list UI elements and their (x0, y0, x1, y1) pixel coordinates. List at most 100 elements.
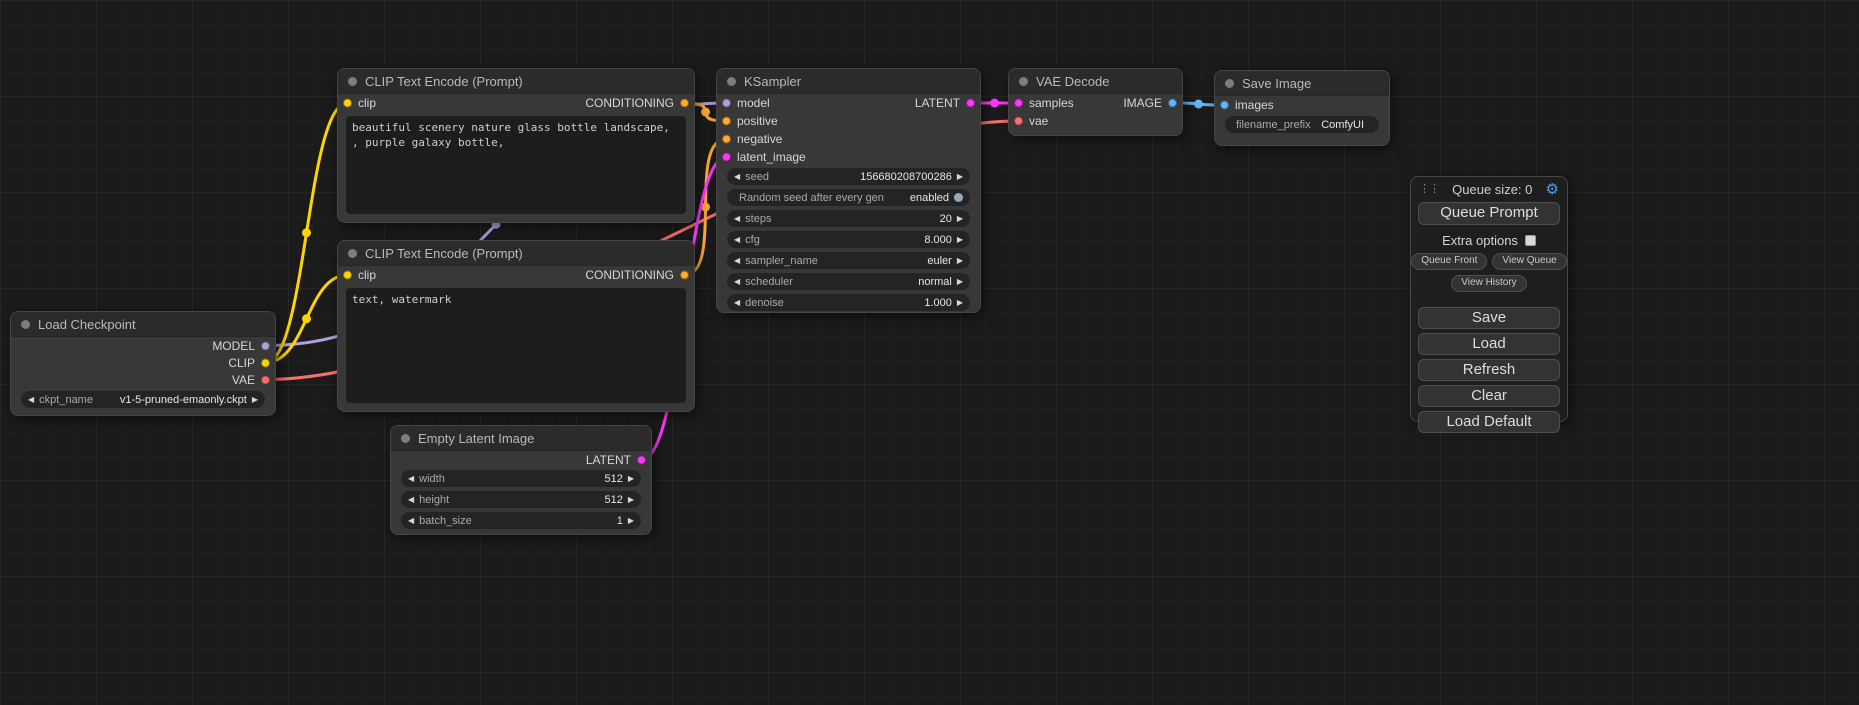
node-title-bar[interactable]: VAE Decode (1009, 69, 1182, 94)
widget-value: 1 (617, 515, 623, 527)
prompt-textarea[interactable]: beautiful scenery nature glass bottle la… (346, 116, 686, 214)
decrement-icon[interactable]: ◀ (734, 236, 740, 244)
increment-icon[interactable]: ▶ (252, 396, 258, 404)
decrement-icon[interactable]: ◀ (408, 517, 414, 525)
steps-widget[interactable]: ◀ steps 20 ▶ (727, 210, 970, 227)
batch-size-widget[interactable]: ◀ batch_size 1 ▶ (401, 512, 641, 529)
increment-icon[interactable]: ▶ (628, 475, 634, 483)
increment-icon[interactable]: ▶ (628, 517, 634, 525)
output-label-model: MODEL (212, 339, 255, 353)
collapse-dot-icon[interactable] (21, 320, 30, 329)
increment-icon[interactable]: ▶ (957, 236, 963, 244)
decrement-icon[interactable]: ◀ (408, 496, 414, 504)
increment-icon[interactable]: ▶ (628, 496, 634, 504)
ckpt-name-widget[interactable]: ◀ ckpt_name v1-5-pruned-emaonly.ckpt ▶ (21, 391, 265, 408)
filename-prefix-widget[interactable]: filename_prefix ComfyUI (1225, 116, 1379, 133)
vae-input-dot[interactable] (1014, 117, 1023, 126)
node-title-bar[interactable]: Save Image (1215, 71, 1389, 96)
decrement-icon[interactable]: ◀ (408, 475, 414, 483)
decrement-icon[interactable]: ◀ (734, 215, 740, 223)
node-title-bar[interactable]: Load Checkpoint (11, 312, 275, 337)
images-input-dot[interactable] (1220, 101, 1229, 110)
view-history-button[interactable]: View History (1451, 275, 1526, 292)
node-title: Load Checkpoint (38, 317, 136, 332)
save-button[interactable]: Save (1418, 307, 1560, 329)
positive-input-dot[interactable] (722, 117, 731, 126)
queue-front-button[interactable]: Queue Front (1411, 253, 1487, 270)
latent-output-dot[interactable] (966, 99, 975, 108)
samples-input-dot[interactable] (1014, 99, 1023, 108)
view-queue-button[interactable]: View Queue (1492, 253, 1566, 270)
conditioning-output-dot[interactable] (680, 99, 689, 108)
latent-output-dot[interactable] (637, 455, 646, 464)
scheduler-widget[interactable]: ◀ scheduler normal ▶ (727, 273, 970, 290)
conditioning-output-dot[interactable] (680, 271, 689, 280)
seed-widget[interactable]: ◀ seed 156680208700286 ▶ (727, 168, 970, 185)
increment-icon[interactable]: ▶ (957, 173, 963, 181)
widget-label: cfg (745, 234, 760, 246)
input-label-clip: clip (358, 96, 376, 110)
increment-icon[interactable]: ▶ (957, 299, 963, 307)
clip-input-dot[interactable] (343, 99, 352, 108)
decrement-icon[interactable]: ◀ (28, 396, 34, 404)
node-vae-decode[interactable]: VAE Decode samples IMAGE vae (1008, 68, 1183, 136)
vae-output-dot[interactable] (261, 375, 270, 384)
decrement-icon[interactable]: ◀ (734, 257, 740, 265)
node-title-bar[interactable]: Empty Latent Image (391, 426, 651, 451)
output-slot-row: VAE (11, 371, 275, 388)
collapse-dot-icon[interactable] (401, 434, 410, 443)
cfg-widget[interactable]: ◀ cfg 8.000 ▶ (727, 231, 970, 248)
node-title-bar[interactable]: CLIP Text Encode (Prompt) (338, 241, 694, 266)
output-slot-row: MODEL (11, 337, 275, 354)
model-output-dot[interactable] (261, 341, 270, 350)
widget-value: ComfyUI (1321, 119, 1372, 131)
model-input-dot[interactable] (722, 99, 731, 108)
node-save-image[interactable]: Save Image images filename_prefix ComfyU… (1214, 70, 1390, 146)
extra-options-label: Extra options (1442, 233, 1518, 248)
increment-icon[interactable]: ▶ (957, 215, 963, 223)
collapse-dot-icon[interactable] (1225, 79, 1234, 88)
node-title-bar[interactable]: CLIP Text Encode (Prompt) (338, 69, 694, 94)
decrement-icon[interactable]: ◀ (734, 299, 740, 307)
clear-button[interactable]: Clear (1418, 385, 1560, 407)
output-label-latent: LATENT (586, 453, 631, 467)
prompt-textarea[interactable]: text, watermark (346, 288, 686, 403)
height-widget[interactable]: ◀ height 512 ▶ (401, 491, 641, 508)
load-default-button[interactable]: Load Default (1418, 411, 1560, 433)
input-label-negative: negative (737, 132, 782, 146)
widget-value: normal (918, 276, 952, 288)
settings-gear-icon[interactable]: ⚙ (1546, 182, 1559, 197)
decrement-icon[interactable]: ◀ (734, 278, 740, 286)
collapse-dot-icon[interactable] (348, 77, 357, 86)
collapse-dot-icon[interactable] (1019, 77, 1028, 86)
increment-icon[interactable]: ▶ (957, 278, 963, 286)
latent-image-input-dot[interactable] (722, 153, 731, 162)
collapse-dot-icon[interactable] (727, 77, 736, 86)
node-clip-text-encode-positive[interactable]: CLIP Text Encode (Prompt) clip CONDITION… (337, 68, 695, 223)
input-label-latent-image: latent_image (737, 150, 806, 164)
image-output-dot[interactable] (1168, 99, 1177, 108)
increment-icon[interactable]: ▶ (957, 257, 963, 265)
node-ksampler[interactable]: KSampler model LATENT positive negative … (716, 68, 981, 313)
queue-size-label: Queue size: 0 (1439, 182, 1546, 197)
node-title: VAE Decode (1036, 74, 1109, 89)
negative-input-dot[interactable] (722, 135, 731, 144)
denoise-widget[interactable]: ◀ denoise 1.000 ▶ (727, 294, 970, 311)
node-empty-latent-image[interactable]: Empty Latent Image LATENT ◀ width 512 ▶ … (390, 425, 652, 535)
node-load-checkpoint[interactable]: Load Checkpoint MODEL CLIP VAE ◀ ckpt_na… (10, 311, 276, 416)
clip-input-dot[interactable] (343, 271, 352, 280)
extra-options-checkbox[interactable] (1525, 235, 1536, 246)
load-button[interactable]: Load (1418, 333, 1560, 355)
sampler-name-widget[interactable]: ◀ sampler_name euler ▶ (727, 252, 970, 269)
clip-output-dot[interactable] (261, 358, 270, 367)
node-title-bar[interactable]: KSampler (717, 69, 980, 94)
drag-handle-icon[interactable]: ⋮⋮ (1419, 184, 1439, 195)
collapse-dot-icon[interactable] (348, 249, 357, 258)
decrement-icon[interactable]: ◀ (734, 173, 740, 181)
random-seed-toggle-widget[interactable]: Random seed after every gen enabled (727, 189, 970, 206)
node-clip-text-encode-negative[interactable]: CLIP Text Encode (Prompt) clip CONDITION… (337, 240, 695, 412)
queue-prompt-button[interactable]: Queue Prompt (1418, 202, 1560, 225)
toggle-on-icon[interactable] (954, 193, 963, 202)
width-widget[interactable]: ◀ width 512 ▶ (401, 470, 641, 487)
refresh-button[interactable]: Refresh (1418, 359, 1560, 381)
